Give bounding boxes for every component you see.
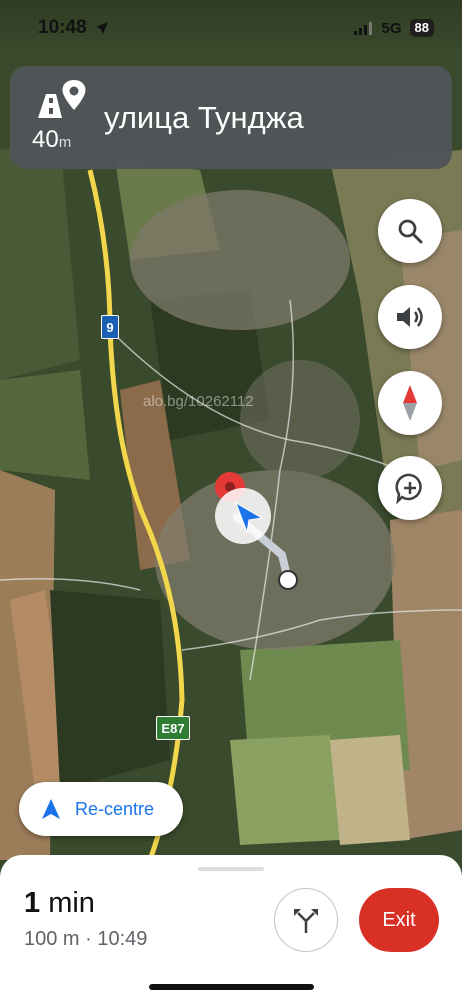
distance-value: 40 — [32, 126, 59, 153]
status-time-group: 10:48 — [38, 17, 109, 39]
street-name: улица Тунджа — [104, 99, 304, 135]
location-arrow-icon — [95, 22, 108, 34]
add-report-icon — [395, 473, 422, 504]
signal-bars-icon — [353, 22, 372, 35]
distance-unit: m — [58, 134, 72, 151]
map-watermark: alo.bg/10262112 — [143, 393, 254, 410]
alternate-routes-button[interactable] — [274, 888, 338, 952]
maneuver-distance: 40m — [32, 126, 71, 154]
status-time: 10:48 — [38, 17, 87, 38]
road-shield-e87: E87 — [156, 716, 190, 740]
sheet-grabber[interactable] — [198, 867, 264, 871]
road-shield-9: 9 — [101, 315, 119, 339]
volume-icon — [397, 307, 423, 327]
status-bar: 10:48 5G 88 — [0, 0, 462, 56]
navigation-banner[interactable]: 40m улица Тунджа — [10, 66, 452, 169]
eta-value: 1 — [24, 887, 41, 919]
turn-maneuver-icon — [38, 80, 86, 118]
eta-unit: min — [48, 887, 95, 919]
navigation-arrow-icon — [42, 799, 60, 819]
recentre-label: Re-centre — [75, 798, 155, 819]
recentre-button[interactable]: Re-centre — [19, 782, 183, 836]
network-label: 5G — [381, 19, 402, 37]
search-icon — [398, 219, 423, 244]
status-indicators: 5G 88 — [353, 19, 434, 37]
search-button[interactable] — [378, 199, 442, 263]
exit-button[interactable]: Exit — [359, 888, 439, 952]
add-report-button[interactable] — [378, 456, 442, 520]
maneuver-block: 40m — [10, 66, 100, 169]
sound-button[interactable] — [378, 285, 442, 349]
home-indicator[interactable] — [149, 984, 314, 990]
trip-details: 100 m · 10:49 — [24, 928, 148, 950]
fork-route-icon — [294, 909, 318, 933]
compass-icon — [403, 385, 417, 421]
trip-summary-sheet[interactable]: 1 min 100 m · 10:49 Exit — [0, 855, 462, 1000]
eta-time: 1 min — [24, 887, 95, 920]
battery-icon: 88 — [409, 19, 434, 37]
compass-button[interactable] — [378, 371, 442, 435]
